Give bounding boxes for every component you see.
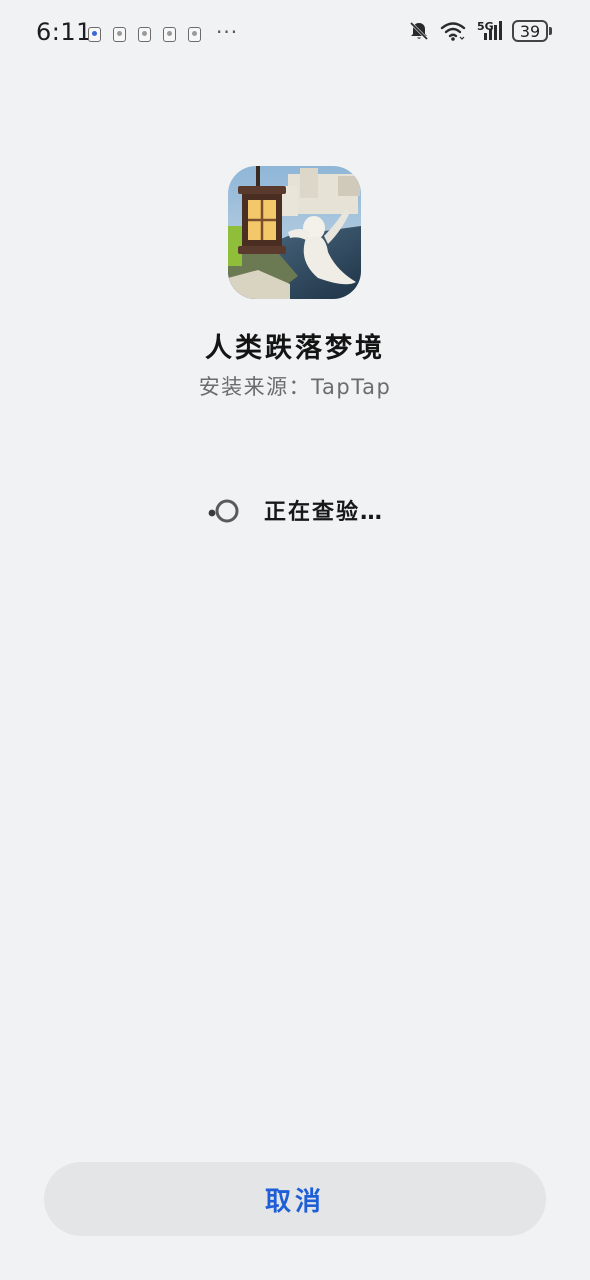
battery-icon: 39 (512, 20, 552, 42)
loading-spinner-icon (206, 495, 240, 525)
battery-tip (549, 27, 552, 35)
battery-level: 39 (512, 20, 548, 42)
notification-app-icon (188, 27, 201, 42)
install-source: 安装来源：TapTap (198, 375, 392, 399)
notification-app-icon (113, 27, 126, 42)
status-time: 6:11 (36, 18, 92, 46)
status-bar: 6:11 ··· 39 5G (0, 0, 590, 70)
network-type-label: 5G (477, 20, 494, 33)
notification-app-icon (163, 27, 176, 42)
cancel-button[interactable]: 取消 (44, 1162, 546, 1236)
notification-app-icon (88, 27, 101, 42)
more-notifications-icon: ··· (216, 20, 239, 44)
verification-label: 正在查验… (263, 500, 384, 525)
mute-bell-icon (408, 20, 430, 42)
app-name: 人类跌落梦境 (205, 333, 385, 364)
app-icon (228, 166, 361, 299)
notification-icons (88, 27, 201, 42)
verification-status: 正在查验… (0, 494, 590, 526)
wifi-icon (440, 20, 466, 42)
notification-app-icon (138, 27, 151, 42)
